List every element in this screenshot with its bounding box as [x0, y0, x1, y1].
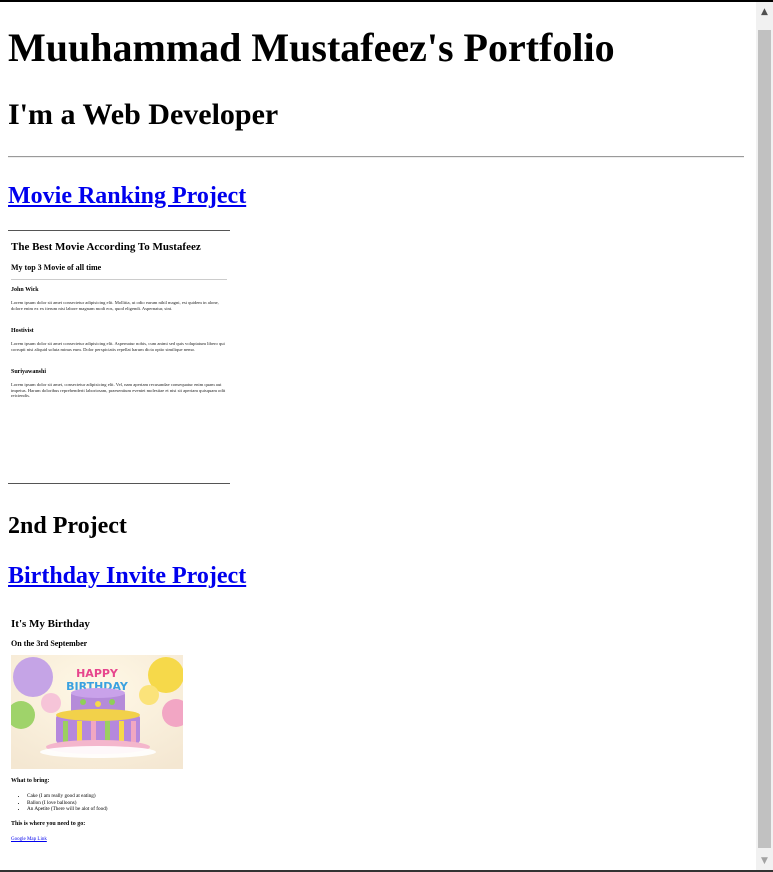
- birthday-invite-iframe[interactable]: It's My Birthday On the 3rd September HA…: [8, 612, 238, 852]
- movie-description: Lorem ipsum dolor sit amet consectetur a…: [11, 341, 225, 352]
- movie-name: Suriyawanshi: [11, 369, 47, 375]
- arrow-down-icon[interactable]: ▼: [756, 852, 773, 870]
- page-title: Muuhammad Mustafeez's Portfolio: [8, 25, 615, 70]
- movie-frame-title: The Best Movie According To Mustafeez: [11, 241, 201, 253]
- movie-name: Hostivist: [11, 328, 34, 334]
- movie-name: John Wick: [11, 287, 39, 293]
- movie-description: Lorem ipsum dolor sit amet consectetur a…: [11, 300, 219, 311]
- arrow-up-icon[interactable]: ▲: [756, 2, 773, 22]
- svg-text:HAPPY: HAPPY: [76, 667, 119, 680]
- movie-frame-subtitle: My top 3 Movie of all time: [11, 263, 102, 272]
- birthday-cake-image: HAPPY BIRTHDAY: [11, 655, 183, 769]
- page-viewport: Muuhammad Mustafeez's Portfolio I'm a We…: [0, 2, 756, 870]
- movie-description: Lorem ipsum dolor sit amet, consectetur …: [11, 382, 226, 399]
- google-map-link[interactable]: Google Map Link: [11, 837, 47, 842]
- where-to-go-heading: This is where you need to go:: [11, 821, 86, 827]
- what-to-bring-heading: What to bring:: [11, 778, 50, 784]
- vertical-scrollbar[interactable]: ▲ ▼: [756, 2, 773, 870]
- birthday-date: On the 3rd September: [11, 639, 88, 648]
- movie-frame-divider: [11, 279, 227, 280]
- list-item: An Apetite (There will be alot of food): [27, 806, 108, 813]
- divider: [8, 156, 744, 158]
- movie-ranking-project-link[interactable]: Movie Ranking Project: [8, 182, 246, 210]
- second-project-heading: 2nd Project: [8, 513, 127, 539]
- page-subtitle: I'm a Web Developer: [8, 98, 279, 131]
- birthday-title: It's My Birthday: [11, 618, 90, 630]
- birthday-invite-project-link[interactable]: Birthday Invite Project: [8, 562, 246, 590]
- items-to-bring-list: Cake (I am really good at eating) Ballon…: [11, 793, 108, 813]
- list-item: Cake (I am really good at eating): [27, 793, 108, 800]
- scrollbar-thumb[interactable]: [758, 30, 771, 848]
- movie-ranking-iframe[interactable]: The Best Movie According To Mustafeez My…: [8, 230, 230, 484]
